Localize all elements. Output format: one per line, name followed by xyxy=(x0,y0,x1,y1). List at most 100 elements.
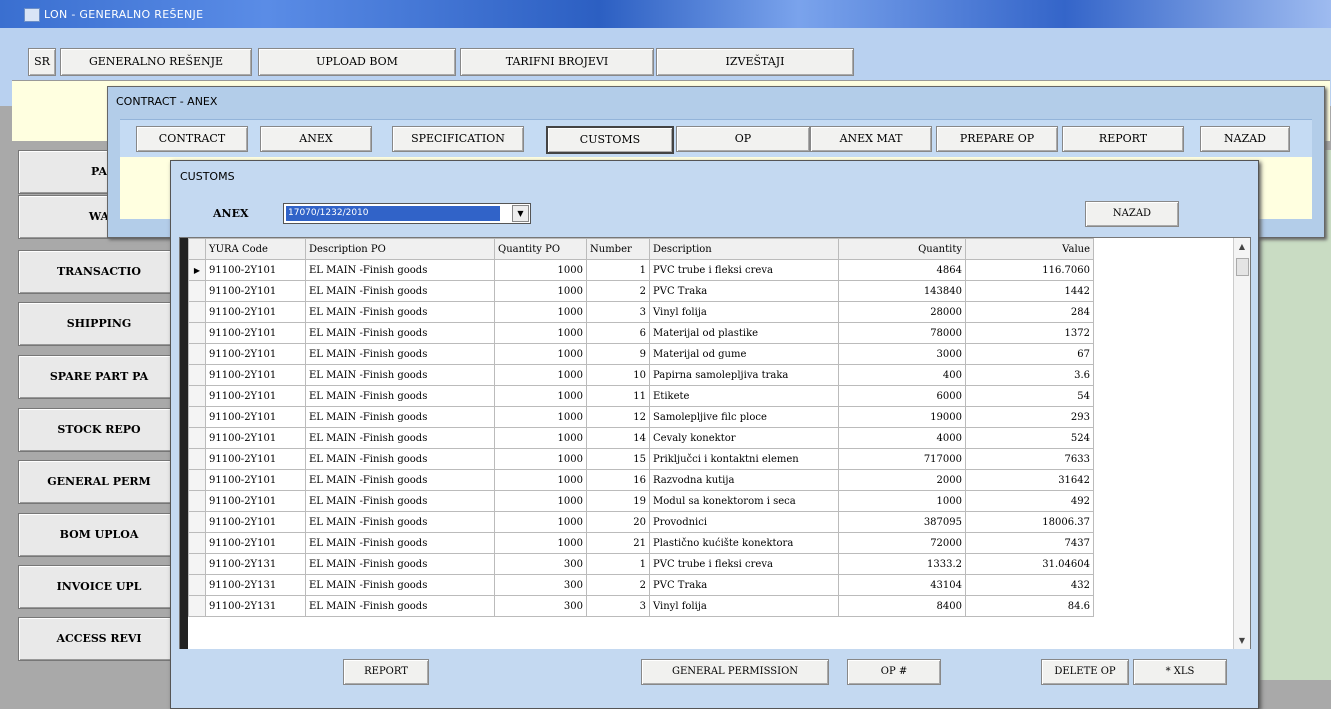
tab-op[interactable]: OP xyxy=(676,126,810,152)
general-permission-button[interactable]: GENERAL PERMISSION xyxy=(641,659,829,685)
sidebar-item-invoice-upload[interactable]: INVOICE UPL xyxy=(18,565,180,609)
table-cell[interactable]: 7633 xyxy=(965,448,1094,470)
table-cell[interactable]: Papirna samolepljiva traka xyxy=(649,364,839,386)
row-selector[interactable] xyxy=(188,427,206,449)
table-cell[interactable]: 2 xyxy=(586,574,650,596)
table-cell[interactable]: EL MAIN -Finish goods xyxy=(305,427,495,449)
table-cell[interactable]: 3.6 xyxy=(965,364,1094,386)
contract-nazad-button[interactable]: NAZAD xyxy=(1200,126,1290,152)
table-cell[interactable]: Provodnici xyxy=(649,511,839,533)
row-selector[interactable] xyxy=(188,553,206,575)
table-cell[interactable]: 84.6 xyxy=(965,595,1094,617)
table-cell[interactable]: EL MAIN -Finish goods xyxy=(305,574,495,596)
table-cell[interactable]: 1 xyxy=(586,259,650,281)
table-cell[interactable]: Priključci i kontaktni elemen xyxy=(649,448,839,470)
table-cell[interactable]: EL MAIN -Finish goods xyxy=(305,469,495,491)
table-cell[interactable]: 16 xyxy=(586,469,650,491)
table-cell[interactable]: 1000 xyxy=(494,427,587,449)
tab-anex-mat[interactable]: ANEX MAT xyxy=(810,126,932,152)
table-cell[interactable]: 9 xyxy=(586,343,650,365)
table-row[interactable]: 91100-2Y101 EL MAIN -Finish goods 1000 14 Ce… xyxy=(188,427,1094,449)
table-row[interactable]: ▶ 91100-2Y101 EL MAIN -Finish goods 1000 1 PV… xyxy=(188,259,1094,281)
table-cell[interactable]: 78000 xyxy=(838,322,966,344)
row-selector[interactable] xyxy=(188,511,206,533)
table-cell[interactable]: 1000 xyxy=(494,259,587,281)
table-cell[interactable]: Modul sa konektorom i seca xyxy=(649,490,839,512)
table-cell[interactable]: 8400 xyxy=(838,595,966,617)
table-row[interactable]: 91100-2Y101 EL MAIN -Finish goods 1000 11 Et… xyxy=(188,385,1094,407)
table-cell[interactable]: 4000 xyxy=(838,427,966,449)
table-cell[interactable]: EL MAIN -Finish goods xyxy=(305,259,495,281)
table-cell[interactable]: 6 xyxy=(586,322,650,344)
table-row[interactable]: 91100-2Y101 EL MAIN -Finish goods 1000 20 Pr… xyxy=(188,511,1094,533)
table-cell[interactable]: EL MAIN -Finish goods xyxy=(305,364,495,386)
table-cell[interactable]: 91100-2Y101 xyxy=(205,259,306,281)
column-header[interactable]: Quantity xyxy=(838,238,966,260)
table-cell[interactable]: 11 xyxy=(586,385,650,407)
table-cell[interactable]: 143840 xyxy=(838,280,966,302)
table-cell[interactable]: 3 xyxy=(586,301,650,323)
table-cell[interactable]: 91100-2Y131 xyxy=(205,574,306,596)
table-cell[interactable]: EL MAIN -Finish goods xyxy=(305,406,495,428)
table-cell[interactable]: 72000 xyxy=(838,532,966,554)
column-header[interactable]: Value xyxy=(965,238,1094,260)
column-header[interactable]: Number xyxy=(586,238,650,260)
table-cell[interactable]: 400 xyxy=(838,364,966,386)
column-header[interactable]: Quantity PO xyxy=(494,238,587,260)
table-cell[interactable]: 3 xyxy=(586,595,650,617)
table-cell[interactable]: EL MAIN -Finish goods xyxy=(305,322,495,344)
table-cell[interactable]: 19 xyxy=(586,490,650,512)
table-cell[interactable]: 91100-2Y131 xyxy=(205,553,306,575)
table-cell[interactable]: EL MAIN -Finish goods xyxy=(305,280,495,302)
table-cell[interactable]: 116.7060 xyxy=(965,259,1094,281)
table-cell[interactable]: 492 xyxy=(965,490,1094,512)
table-cell[interactable]: EL MAIN -Finish goods xyxy=(305,595,495,617)
sidebar-item-general-permission[interactable]: GENERAL PERM xyxy=(18,460,180,504)
report-button[interactable]: REPORT xyxy=(343,659,429,685)
table-cell[interactable]: 717000 xyxy=(838,448,966,470)
table-cell[interactable]: 14 xyxy=(586,427,650,449)
scroll-down-icon[interactable]: ▼ xyxy=(1234,634,1250,648)
table-cell[interactable]: 20 xyxy=(586,511,650,533)
table-cell[interactable]: 284 xyxy=(965,301,1094,323)
nav-tarifni-brojevi-button[interactable]: TARIFNI BROJEVI xyxy=(460,48,654,76)
row-selector[interactable] xyxy=(188,448,206,470)
nav-generalno-resenje-button[interactable]: GENERALNO REŠENJE xyxy=(60,48,252,76)
table-cell[interactable]: Cevaly konektor xyxy=(649,427,839,449)
table-cell[interactable]: EL MAIN -Finish goods xyxy=(305,385,495,407)
table-cell[interactable]: 1000 xyxy=(494,448,587,470)
delete-op-button[interactable]: DELETE OP xyxy=(1041,659,1129,685)
row-selector[interactable] xyxy=(188,280,206,302)
row-selector[interactable] xyxy=(188,595,206,617)
table-cell[interactable]: Materijal od plastike xyxy=(649,322,839,344)
row-selector[interactable] xyxy=(188,469,206,491)
table-cell[interactable]: 2000 xyxy=(838,469,966,491)
table-cell[interactable]: Materijal od gume xyxy=(649,343,839,365)
table-cell[interactable]: 91100-2Y101 xyxy=(205,448,306,470)
table-cell[interactable]: 91100-2Y101 xyxy=(205,385,306,407)
table-cell[interactable]: EL MAIN -Finish goods xyxy=(305,448,495,470)
table-cell[interactable]: 2 xyxy=(586,280,650,302)
column-header[interactable]: YURA Code xyxy=(205,238,306,260)
table-cell[interactable]: 1333.2 xyxy=(838,553,966,575)
table-cell[interactable]: 387095 xyxy=(838,511,966,533)
table-cell[interactable]: 1000 xyxy=(494,469,587,491)
table-cell[interactable]: PVC Traka xyxy=(649,574,839,596)
table-cell[interactable]: 91100-2Y101 xyxy=(205,280,306,302)
column-header[interactable]: Description xyxy=(649,238,839,260)
table-cell[interactable]: EL MAIN -Finish goods xyxy=(305,532,495,554)
op-number-button[interactable]: OP # xyxy=(847,659,941,685)
table-cell[interactable]: 300 xyxy=(494,574,587,596)
row-selector[interactable] xyxy=(188,532,206,554)
table-cell[interactable]: 31.04604 xyxy=(965,553,1094,575)
table-cell[interactable]: PVC trube i fleksi creva xyxy=(649,553,839,575)
customs-grid[interactable]: YURA Code Description PO Quantity PO Num… xyxy=(179,237,1251,651)
table-cell[interactable]: 91100-2Y131 xyxy=(205,595,306,617)
table-cell[interactable]: 21 xyxy=(586,532,650,554)
nav-sr-button[interactable]: SR xyxy=(28,48,56,76)
table-cell[interactable]: Etikete xyxy=(649,385,839,407)
table-cell[interactable]: 1372 xyxy=(965,322,1094,344)
row-selector[interactable] xyxy=(188,343,206,365)
row-selector[interactable] xyxy=(188,322,206,344)
table-cell[interactable]: 432 xyxy=(965,574,1094,596)
